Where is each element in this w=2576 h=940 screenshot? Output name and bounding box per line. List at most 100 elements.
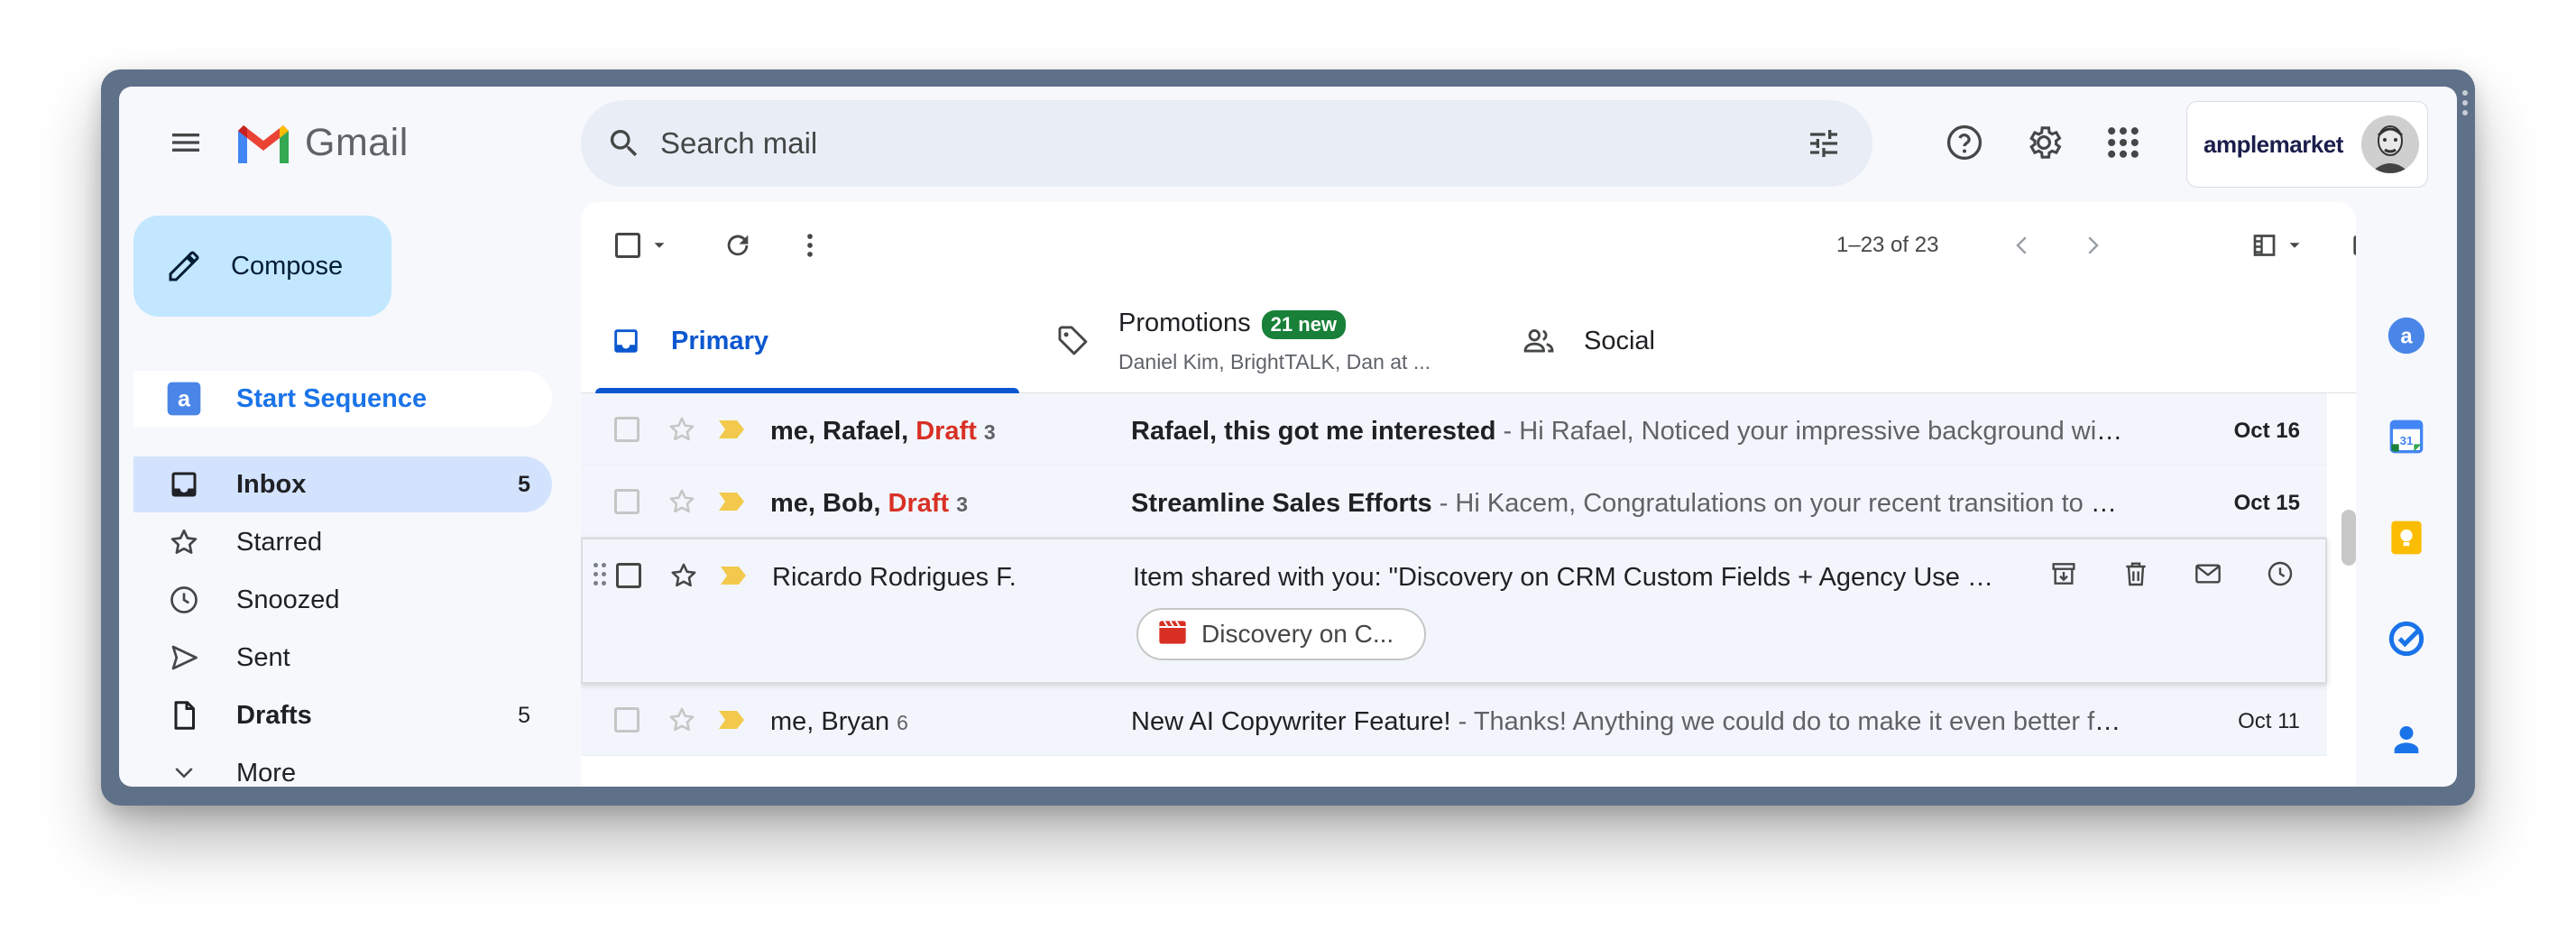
account-switcher[interactable]: amplemarket (2186, 101, 2428, 188)
email-subject: New AI Copywriter Feature! - Thanks! Any… (1131, 707, 2123, 737)
star-icon (166, 524, 202, 560)
email-sender: Ricardo Rodrigues F. (772, 563, 1017, 592)
important-marker-icon[interactable] (720, 563, 747, 588)
compose-button[interactable]: Compose (133, 216, 391, 317)
search-icon[interactable] (603, 122, 646, 165)
important-marker-icon[interactable] (718, 417, 745, 442)
tab-promotions[interactable]: Promotions 21 new Daniel Kim, BrightTALK,… (1055, 289, 1488, 393)
row-hover-actions (2046, 556, 2298, 592)
next-page-icon[interactable] (2075, 224, 2111, 267)
keep-icon[interactable] (2387, 518, 2426, 558)
drafts-count: 5 (518, 702, 530, 728)
main-menu-icon[interactable] (164, 121, 207, 164)
calendar-icon[interactable]: 31 (2387, 417, 2426, 456)
tag-icon (1055, 323, 1091, 359)
gmail-logo-text: Gmail (305, 121, 409, 164)
email-row[interactable]: me, Bryan 6 New AI Copywriter Feature! - … (581, 684, 2327, 756)
star-icon[interactable] (664, 484, 700, 520)
archive-icon[interactable] (2046, 556, 2082, 592)
svg-text:a: a (178, 386, 191, 411)
sidebar-item-drafts[interactable]: Drafts 5 (133, 687, 552, 743)
search-bar[interactable] (581, 100, 1872, 187)
email-row[interactable]: me, Rafael, Draft 3 Rafael, this got me i… (581, 393, 2327, 465)
sidebar-item-starred[interactable]: Starred (133, 514, 552, 570)
delete-icon[interactable] (2118, 556, 2154, 592)
attachment-chip[interactable]: Discovery on C... (1136, 608, 1427, 660)
email-sender: me, Bob, Draft 3 (770, 489, 968, 518)
settings-gear-icon[interactable] (2022, 121, 2065, 164)
sidebar-item-label: More (236, 758, 297, 788)
row-checkbox[interactable] (614, 417, 639, 442)
new-count-badge: 21 new (1261, 309, 1347, 339)
important-marker-icon[interactable] (718, 489, 745, 514)
people-icon (1521, 323, 1557, 359)
sidebar-item-snoozed[interactable]: Snoozed (133, 572, 552, 628)
tab-label: Primary (671, 326, 769, 355)
important-marker-icon[interactable] (718, 707, 745, 733)
email-subject: Item shared with you: "Discovery on CRM … (1133, 563, 1999, 592)
side-panel: a 31 (2356, 202, 2457, 787)
window-resize-handle[interactable] (2462, 90, 2470, 120)
sidebar-item-inbox[interactable]: Inbox 5 (133, 456, 552, 512)
email-row[interactable]: Ricardo Rodrigues F. Item shared with yo… (581, 538, 2327, 684)
sidebar-item-label: Sent (236, 642, 290, 672)
category-tabs: Primary Promotions 21 new Daniel Kim, Bri… (581, 289, 2356, 393)
contacts-icon[interactable] (2387, 720, 2426, 760)
mail-list-panel: 1–23 of 23 Primary Promotions 21 new Dan… (581, 202, 2356, 787)
gmail-logo[interactable]: Gmail (235, 121, 409, 165)
sidebar-item-label: Snoozed (236, 585, 340, 614)
svg-text:31: 31 (2400, 434, 2414, 447)
tasks-icon[interactable] (2387, 619, 2426, 659)
email-date: Oct 16 (2233, 419, 2300, 443)
mark-as-unread-icon[interactable] (2190, 556, 2226, 592)
snooze-icon[interactable] (2262, 556, 2298, 592)
more-options-icon[interactable] (788, 224, 832, 267)
drag-handle-icon[interactable] (593, 563, 610, 590)
star-icon[interactable] (664, 702, 700, 738)
promotions-senders: Daniel Kim, BrightTALK, Dan at ... (1118, 349, 1431, 373)
mail-list-scrollbar[interactable] (2341, 510, 2356, 566)
sidebar-item-label: Inbox (236, 469, 307, 499)
search-input[interactable] (660, 116, 1802, 170)
amplemarket-icon: a (166, 381, 202, 417)
email-subject: Rafael, this got me interested - Hi Rafa… (1131, 417, 2123, 447)
video-file-icon (1158, 620, 1187, 650)
thread-count: 3 (956, 493, 968, 516)
row-checkbox[interactable] (616, 563, 641, 588)
draft-icon (166, 697, 202, 733)
tab-primary[interactable]: Primary (595, 289, 1019, 393)
select-dropdown-icon[interactable] (646, 224, 673, 267)
refresh-icon[interactable] (716, 224, 759, 267)
select-all-checkbox[interactable] (612, 224, 644, 267)
apps-grid-icon[interactable] (2102, 121, 2145, 164)
previous-page-icon[interactable] (2004, 224, 2040, 267)
account-name: amplemarket (2203, 130, 2343, 158)
sidebar-item-more[interactable]: More (133, 745, 552, 787)
sidebar-item-sent[interactable]: Sent (133, 630, 552, 686)
sidebar-item-label: Starred (236, 527, 323, 557)
help-icon[interactable] (1943, 121, 1986, 164)
search-options-icon[interactable] (1802, 122, 1845, 165)
tab-label: Promotions (1118, 308, 1251, 337)
draft-label: Draft (915, 417, 977, 446)
row-checkbox[interactable] (614, 707, 639, 733)
split-pane-toggle-icon[interactable] (2242, 224, 2314, 267)
email-row[interactable]: me, Bob, Draft 3 Streamline Sales Efforts… (581, 465, 2327, 538)
tab-label: Social (1584, 326, 1655, 355)
email-snippet: - Hi Kacem, Congratulations on your rece… (1431, 489, 2123, 518)
star-icon[interactable] (666, 558, 702, 594)
start-sequence-button[interactable]: a Start Sequence (133, 371, 552, 427)
email-list: me, Rafael, Draft 3 Rafael, this got me i… (581, 393, 2327, 756)
send-icon (166, 640, 202, 676)
sidebar-item-label: Drafts (236, 700, 312, 730)
row-checkbox[interactable] (614, 489, 639, 514)
inbox-icon (166, 466, 202, 502)
input-tools-keyboard-icon[interactable] (2343, 224, 2356, 267)
thread-count: 3 (983, 420, 996, 444)
star-icon[interactable] (664, 411, 700, 447)
avatar[interactable] (2360, 115, 2419, 173)
inbox-icon (608, 323, 644, 359)
tab-social[interactable]: Social (1521, 289, 1791, 393)
email-sender: me, Bryan 6 (770, 707, 908, 736)
amplemarket-addon-icon[interactable]: a (2387, 316, 2426, 355)
